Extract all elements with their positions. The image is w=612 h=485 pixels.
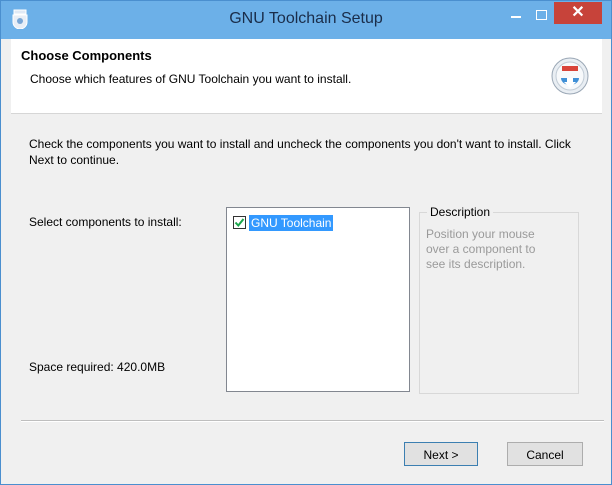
page-title: Choose Components — [21, 48, 152, 63]
close-icon: ✕ — [571, 4, 585, 21]
minimize-button[interactable] — [505, 7, 527, 25]
maximize-button[interactable] — [530, 7, 552, 25]
wizard-body: Check the components you want to install… — [11, 114, 604, 476]
wizard-header: Choose Components Choose which features … — [11, 39, 602, 114]
description-text: Position your mouse over a component to … — [426, 227, 536, 271]
setup-window: GNU Toolchain Setup ✕ Choose Components … — [0, 0, 612, 485]
instructions-text: Check the components you want to install… — [29, 137, 571, 167]
component-checkbox[interactable] — [233, 216, 246, 229]
close-button[interactable]: ✕ — [554, 2, 602, 24]
installer-disk-icon — [551, 57, 589, 95]
component-label[interactable]: GNU Toolchain — [249, 215, 334, 231]
title-bar[interactable]: GNU Toolchain Setup ✕ — [1, 1, 611, 39]
page-subtitle: Choose which features of GNU Toolchain y… — [30, 72, 352, 86]
space-required-label: Space required: 420.0MB — [29, 360, 166, 374]
cancel-button[interactable]: Cancel — [507, 442, 583, 466]
footer-divider — [21, 420, 604, 422]
description-legend: Description — [427, 205, 494, 219]
components-list[interactable]: GNU Toolchain — [226, 207, 410, 392]
checkmark-icon — [234, 218, 245, 228]
description-groupbox: Position your mouse over a component to … — [419, 212, 579, 394]
next-button[interactable]: Next > — [404, 442, 478, 466]
select-components-label: Select components to install: — [29, 215, 182, 229]
